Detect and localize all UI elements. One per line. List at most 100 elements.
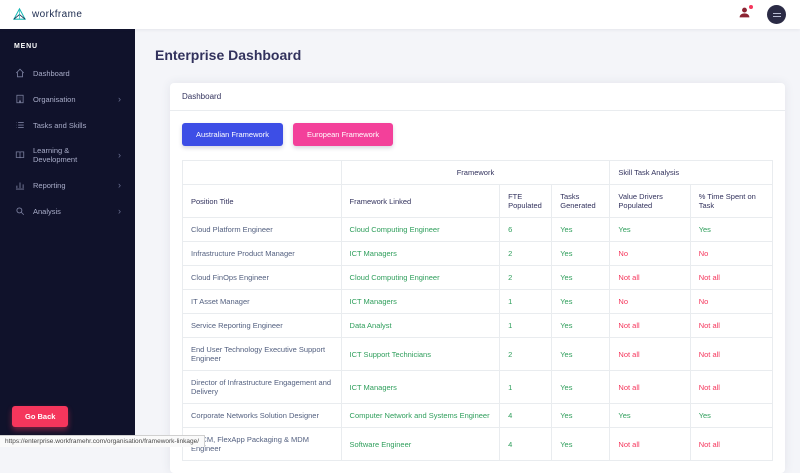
sidebar-item-label: Analysis [33, 207, 110, 216]
group-header-row: Framework Skill Task Analysis [183, 161, 773, 185]
fte-populated-cell: 2 [500, 266, 552, 290]
sidebar-menu-label: MENU [0, 29, 135, 60]
column-header-fte-populated: FTE Populated [500, 185, 552, 218]
magnifier-icon [14, 206, 25, 216]
empty-group-cell [183, 161, 342, 185]
framework-linked-cell[interactable]: Computer Network and Systems Engineer [341, 404, 500, 428]
time-spent-cell: Yes [690, 218, 772, 242]
table-row: Infrastructure Product ManagerICT Manage… [183, 242, 773, 266]
sidebar-item-label: Tasks and Skills [33, 121, 121, 130]
sidebar: MENU Dashboard Organisation › Tasks and … [0, 29, 135, 447]
table-row: Service Reporting EngineerData Analyst1Y… [183, 314, 773, 338]
user-profile-button[interactable] [738, 6, 751, 24]
tasks-generated-cell: Yes [552, 338, 610, 371]
fte-populated-cell: 2 [500, 338, 552, 371]
tasks-generated-cell: Yes [552, 242, 610, 266]
card-header: Dashboard [170, 83, 785, 111]
fte-populated-cell: 1 [500, 371, 552, 404]
value-drivers-populated-cell: Yes [610, 404, 690, 428]
table-row: IT Asset ManagerICT Managers1YesNoNo [183, 290, 773, 314]
time-spent-cell: Not all [690, 371, 772, 404]
tasks-generated-cell: Yes [552, 290, 610, 314]
table-body: Cloud Platform EngineerCloud Computing E… [183, 218, 773, 461]
value-drivers-populated-cell: No [610, 290, 690, 314]
value-drivers-populated-cell: Not all [610, 428, 690, 461]
notification-dot [749, 5, 753, 9]
workframe-logo-icon [12, 7, 27, 22]
framework-linked-cell[interactable]: ICT Managers [341, 290, 500, 314]
table-row: End User Technology Executive Support En… [183, 338, 773, 371]
european-framework-button[interactable]: European Framework [293, 123, 393, 146]
time-spent-cell: Not all [690, 266, 772, 290]
tasks-generated-cell: Yes [552, 218, 610, 242]
status-url-bar: https://enterprise.workframehr.com/organ… [0, 435, 205, 447]
sidebar-item-label: Organisation [33, 95, 110, 104]
column-header-time-spent: % Time Spent on Task [690, 185, 772, 218]
sidebar-item-organisation[interactable]: Organisation › [0, 86, 135, 112]
position-title-cell: Cloud Platform Engineer [183, 218, 342, 242]
framework-linked-cell[interactable]: Cloud Computing Engineer [341, 218, 500, 242]
sidebar-item-analysis[interactable]: Analysis › [0, 198, 135, 224]
value-drivers-populated-cell: Not all [610, 266, 690, 290]
framework-linked-cell[interactable]: ICT Managers [341, 242, 500, 266]
framework-linked-cell[interactable]: Data Analyst [341, 314, 500, 338]
time-spent-cell: Not all [690, 314, 772, 338]
sidebar-item-dashboard[interactable]: Dashboard [0, 60, 135, 86]
fte-populated-cell: 2 [500, 242, 552, 266]
framework-linked-cell[interactable]: Cloud Computing Engineer [341, 266, 500, 290]
value-drivers-populated-cell: Not all [610, 314, 690, 338]
framework-linked-cell[interactable]: ICT Support Technicians [341, 338, 500, 371]
table-row: Director of Infrastructure Engagement an… [183, 371, 773, 404]
time-spent-cell: No [690, 290, 772, 314]
fte-populated-cell: 4 [500, 404, 552, 428]
chevron-right-icon: › [118, 181, 121, 190]
account-menu-button[interactable] [767, 5, 786, 24]
tasks-generated-cell: Yes [552, 266, 610, 290]
fte-populated-cell: 1 [500, 314, 552, 338]
sidebar-item-label: Dashboard [33, 69, 121, 78]
home-icon [14, 68, 25, 78]
time-spent-cell: Not all [690, 428, 772, 461]
sidebar-item-label: Learning & Development [33, 146, 110, 164]
fte-populated-cell: 6 [500, 218, 552, 242]
sidebar-item-tasks-and-skills[interactable]: Tasks and Skills [0, 112, 135, 138]
framework-linked-cell[interactable]: ICT Managers [341, 371, 500, 404]
tasks-generated-cell: Yes [552, 428, 610, 461]
sidebar-item-learning-development[interactable]: Learning & Development › [0, 138, 135, 172]
chart-icon [14, 180, 25, 190]
framework-linked-cell[interactable]: Software Engineer [341, 428, 500, 461]
group-header-skill-task-analysis: Skill Task Analysis [610, 161, 773, 185]
position-title-cell: SCCM, FlexApp Packaging & MDM Engineer [183, 428, 342, 461]
fte-populated-cell: 4 [500, 428, 552, 461]
brand-logo[interactable]: workframe [12, 7, 82, 22]
framework-buttons: Australian Framework European Framework [182, 123, 773, 146]
table-row: Corporate Networks Solution DesignerComp… [183, 404, 773, 428]
table-row: Cloud FinOps EngineerCloud Computing Eng… [183, 266, 773, 290]
dashboard-card: Dashboard Australian Framework European … [170, 83, 785, 473]
column-header-row: Position Title Framework Linked FTE Popu… [183, 185, 773, 218]
go-back-button[interactable]: Go Back [12, 406, 68, 427]
sidebar-item-label: Reporting [33, 181, 110, 190]
brand-name: workframe [32, 9, 82, 20]
tasks-generated-cell: Yes [552, 404, 610, 428]
value-drivers-populated-cell: Not all [610, 371, 690, 404]
chevron-right-icon: › [118, 151, 121, 160]
table-row: Cloud Platform EngineerCloud Computing E… [183, 218, 773, 242]
column-header-framework-linked: Framework Linked [341, 185, 500, 218]
tasks-generated-cell: Yes [552, 314, 610, 338]
position-title-cell: End User Technology Executive Support En… [183, 338, 342, 371]
card-body: Australian Framework European Framework … [170, 111, 785, 473]
list-icon [14, 120, 25, 130]
position-title-cell: Cloud FinOps Engineer [183, 266, 342, 290]
australian-framework-button[interactable]: Australian Framework [182, 123, 283, 146]
book-icon [14, 150, 25, 160]
hamburger-icon [773, 13, 781, 14]
position-title-cell: IT Asset Manager [183, 290, 342, 314]
chevron-right-icon: › [118, 95, 121, 104]
framework-linkage-table: Framework Skill Task Analysis Position T… [182, 160, 773, 461]
main-content: Enterprise Dashboard Dashboard Australia… [135, 29, 800, 447]
fte-populated-cell: 1 [500, 290, 552, 314]
column-header-value-drivers-populated: Value Drivers Populated [610, 185, 690, 218]
sidebar-item-reporting[interactable]: Reporting › [0, 172, 135, 198]
position-title-cell: Service Reporting Engineer [183, 314, 342, 338]
